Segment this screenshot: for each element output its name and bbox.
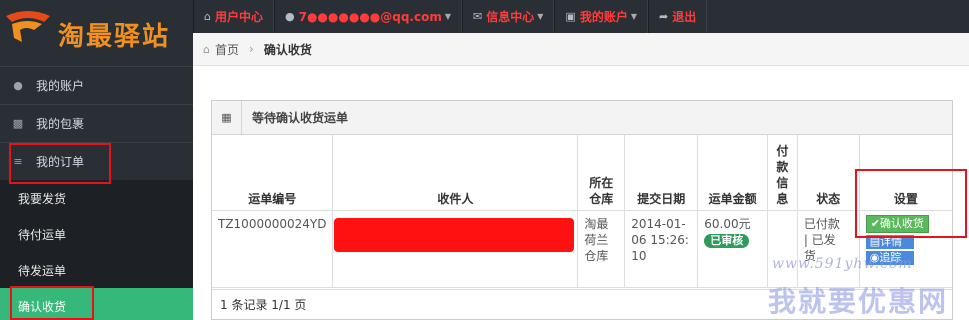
nav-logout[interactable]: ➦ 退出 bbox=[647, 0, 708, 33]
sidebar-item-label: 我的订单 bbox=[36, 155, 85, 169]
table-header-row: 运单编号 收件人 所在仓库 提交日期 运单金额 付款信息 状态 设置 bbox=[212, 135, 952, 211]
watermark-text: 我就要优惠网 bbox=[768, 285, 949, 318]
nav-label: 信息中心 bbox=[486, 10, 535, 24]
orders-submenu: 我要发货 待付运单 待发运单 确认收货 bbox=[0, 180, 193, 320]
detail-icon: ▤ bbox=[869, 234, 881, 248]
home-icon: ⌂ bbox=[203, 42, 210, 56]
home-icon: ⌂ bbox=[204, 10, 211, 23]
cell-status: 已付款 | 已发货 bbox=[796, 209, 860, 288]
breadcrumb: ⌂ 首页 › 确认收货 bbox=[193, 33, 969, 66]
col-warehouse-label: 所在仓库 bbox=[589, 175, 614, 206]
watermark-url: www.591yhw.com bbox=[772, 256, 913, 272]
account-icon: ▣ bbox=[565, 10, 576, 23]
breadcrumb-home[interactable]: 首页 bbox=[215, 41, 239, 58]
col-date: 提交日期 bbox=[624, 135, 699, 211]
col-payment-label: 付款信息 bbox=[776, 143, 789, 206]
submenu-item-pending[interactable]: 待发运单 bbox=[0, 252, 193, 288]
sidebar-item-orders[interactable]: ≡ 我的订单 bbox=[0, 142, 193, 180]
brand-logo[interactable]: 淘最驿站 bbox=[0, 0, 193, 66]
cell-order-no: TZ1000000024YD bbox=[212, 209, 334, 288]
redaction-block bbox=[334, 218, 574, 252]
nav-label: 7●●●●●●●@qq.com bbox=[298, 9, 442, 24]
detail-label: 详情 bbox=[880, 234, 903, 248]
submenu-item-ship[interactable]: 我要发货 bbox=[0, 180, 193, 216]
caret-down-icon: ▼ bbox=[444, 12, 452, 21]
col-status: 状态 bbox=[796, 135, 860, 211]
nav-label: 用户中心 bbox=[214, 10, 263, 24]
date-text: 2014-01-06 15:26:10 bbox=[631, 216, 689, 263]
panel-header: ▦ 等待确认收货运单 bbox=[212, 100, 952, 135]
logout-icon: ➦ bbox=[658, 10, 669, 23]
sidebar-item-label: 我的包裹 bbox=[36, 117, 85, 131]
sidebar: ● 我的账户 ▩ 我的包裹 ≡ 我的订单 我要发货 待付运单 待发运单 确认收货 bbox=[0, 66, 193, 320]
submenu-item-confirm-receipt[interactable]: 确认收货 bbox=[0, 288, 193, 320]
nav-label: 退出 bbox=[672, 10, 697, 24]
confirm-receipt-button[interactable]: ✔确认收货 bbox=[865, 214, 929, 233]
panel-title: 等待确认收货运单 bbox=[252, 111, 349, 125]
cell-warehouse: 淘最荷兰仓库 bbox=[577, 209, 626, 288]
grid-icon: ▦ bbox=[212, 100, 242, 135]
briefcase-icon: ▩ bbox=[12, 117, 24, 130]
nav-user-email[interactable]: ● 7●●●●●●●@qq.com ▼ bbox=[274, 0, 463, 33]
col-amount: 运单金额 bbox=[697, 135, 768, 211]
warehouse-text: 淘最荷兰仓库 bbox=[584, 216, 609, 263]
logo-mark-icon bbox=[6, 11, 50, 42]
sidebar-item-account[interactable]: ● 我的账户 bbox=[0, 66, 193, 104]
submenu-item-unpaid[interactable]: 待付运单 bbox=[0, 216, 193, 252]
caret-down-icon: ▼ bbox=[630, 12, 637, 21]
sidebar-item-label: 我的账户 bbox=[36, 79, 85, 93]
breadcrumb-current: 确认收货 bbox=[263, 42, 312, 57]
user-icon: ● bbox=[285, 10, 295, 23]
col-order-no: 运单编号 bbox=[212, 135, 334, 211]
sidebar-item-packages[interactable]: ▩ 我的包裹 bbox=[0, 104, 193, 142]
status-badge: 已审核 bbox=[704, 233, 750, 248]
nav-message-center[interactable]: ✉ 信息中心 ▼ bbox=[462, 0, 555, 33]
check-circle-icon: ✔ bbox=[870, 216, 880, 230]
nav-user-center[interactable]: ⌂ 用户中心 bbox=[193, 0, 274, 33]
cell-amount: 60.00元 已审核 bbox=[697, 209, 768, 288]
nav-label: 我的账户 bbox=[579, 10, 628, 24]
brand-name: 淘最驿站 bbox=[58, 22, 171, 52]
amount-value: 60.00元 bbox=[704, 216, 751, 231]
col-recipient: 收件人 bbox=[332, 135, 579, 211]
col-warehouse: 所在仓库 bbox=[577, 135, 626, 211]
cell-date: 2014-01-06 15:26:10 bbox=[624, 209, 699, 288]
nav-my-account[interactable]: ▣ 我的账户 ▼ bbox=[554, 0, 648, 33]
confirm-receipt-label: 确认收货 bbox=[879, 216, 924, 230]
user-icon: ● bbox=[13, 79, 23, 92]
col-payment: 付款信息 bbox=[766, 135, 798, 211]
chevron-right-icon: › bbox=[249, 42, 254, 56]
table-row: TZ1000000024YD 淘最荷兰仓库 2014-01-06 15:26:1… bbox=[212, 209, 952, 288]
cell-settings: ✔确认收货 ▤详情 ◉追踪 bbox=[858, 209, 952, 288]
caret-down-icon: ▼ bbox=[537, 12, 544, 21]
detail-button[interactable]: ▤详情 bbox=[865, 234, 914, 249]
col-settings: 设置 bbox=[858, 135, 952, 211]
mail-icon: ✉ bbox=[473, 10, 483, 23]
top-nav: ⌂ 用户中心 ● 7●●●●●●●@qq.com ▼ ✉ 信息中心 ▼ ▣ 我的… bbox=[193, 0, 708, 33]
cell-payment bbox=[766, 209, 798, 288]
list-icon: ≡ bbox=[13, 155, 23, 168]
